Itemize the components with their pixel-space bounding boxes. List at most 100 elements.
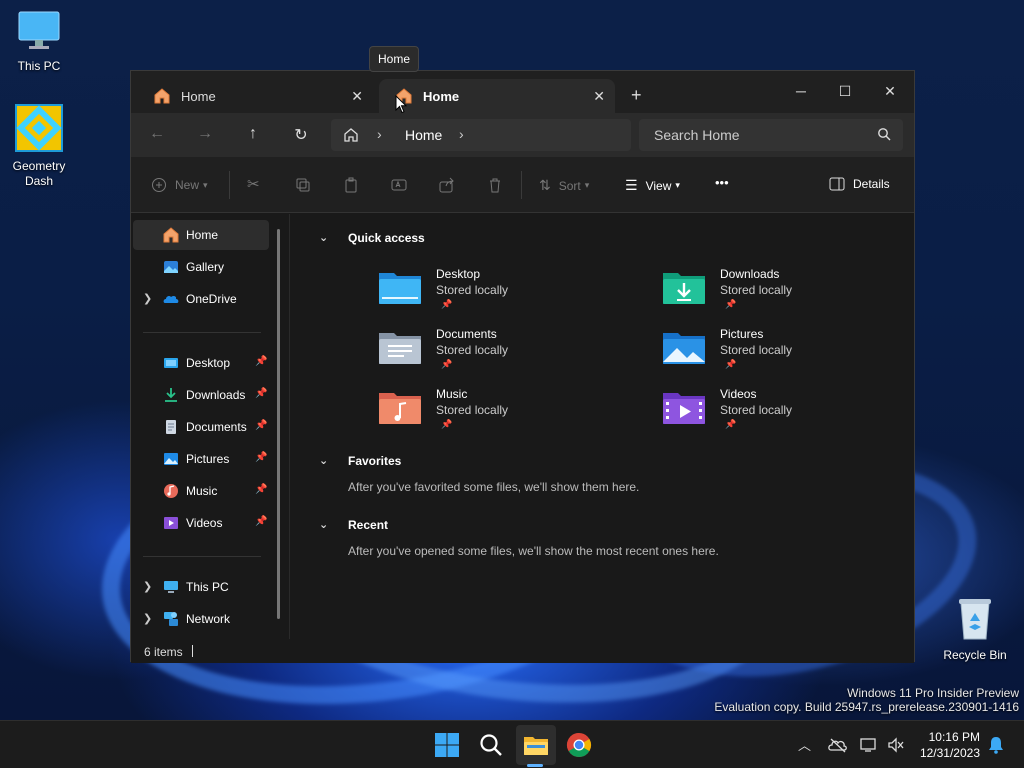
pin-icon: 📌: [725, 359, 737, 369]
share-button[interactable]: [439, 177, 455, 193]
address-bar[interactable]: › Home ›: [331, 119, 631, 151]
sort-icon: ⇅: [539, 177, 551, 193]
chrome-icon[interactable]: [565, 731, 593, 759]
show-hidden-icons-button[interactable]: ︿: [798, 735, 811, 754]
search-icon: [878, 128, 891, 141]
forward-button[interactable]: →: [195, 125, 215, 143]
pin-icon: 📌: [255, 516, 268, 527]
close-tab-button[interactable]: ✕: [593, 88, 605, 105]
music-icon: [164, 484, 178, 498]
new-tab-button[interactable]: +: [631, 85, 642, 106]
desktop-icon-label: This PC: [17, 59, 61, 73]
quick-access-documents[interactable]: Documents Stored locally 📌: [378, 327, 628, 383]
paste-button[interactable]: [343, 177, 359, 193]
pin-icon: 📌: [255, 388, 268, 399]
pin-icon: 📌: [725, 299, 737, 309]
item-name: Desktop: [436, 267, 481, 281]
active-app-indicator: [527, 764, 543, 767]
sidebar-item-documents[interactable]: Documents 📌: [133, 412, 269, 442]
details-pane-icon: [829, 177, 845, 191]
new-button[interactable]: New ▾: [151, 177, 208, 193]
file-explorer-icon[interactable]: [522, 731, 550, 759]
maximize-button[interactable]: ☐: [823, 77, 867, 105]
pin-icon: 📌: [441, 359, 453, 369]
view-icon: ☰: [625, 177, 638, 193]
divider: [521, 171, 522, 199]
chevron-down-icon: ⌄: [319, 232, 329, 244]
notification-bell-icon[interactable]: [988, 736, 1004, 754]
tab-bar: Home ✕ Home ✕ + ─ ☐ ✕: [131, 71, 914, 113]
tab-home-2[interactable]: Home ✕: [379, 79, 615, 113]
onedrive-offline-icon[interactable]: [828, 737, 848, 753]
quick-access-downloads[interactable]: Downloads Stored locally 📌: [662, 267, 912, 323]
sidebar-item-label: Pictures: [186, 452, 230, 466]
close-window-button[interactable]: ✕: [868, 77, 912, 105]
search-box[interactable]: Search Home: [639, 119, 903, 151]
desktop-icon-label: Geometry Dash: [12, 159, 66, 188]
sidebar-item-label: Gallery: [186, 260, 225, 274]
quick-access-videos[interactable]: Videos Stored locally 📌: [662, 387, 912, 443]
refresh-button[interactable]: ↻: [291, 125, 311, 145]
start-button[interactable]: [433, 731, 461, 759]
sidebar-item-music[interactable]: Music 📌: [133, 476, 269, 506]
status-divider: [192, 645, 193, 657]
back-button[interactable]: ←: [147, 125, 167, 143]
quick-access-music[interactable]: Music Stored locally 📌: [378, 387, 628, 443]
delete-button[interactable]: [487, 177, 503, 193]
desktop-icon-recycle-bin[interactable]: Recycle Bin: [937, 597, 1013, 663]
pictures-icon: [164, 453, 178, 465]
view-button[interactable]: ☰ View ▾: [625, 177, 680, 194]
sidebar-item-onedrive[interactable]: ❯ OneDrive: [133, 284, 269, 314]
navigation-bar: ← → ↑ ↻ › Home › Search Home: [131, 113, 914, 157]
volume-muted-icon[interactable]: [887, 737, 905, 753]
up-button[interactable]: ↑: [243, 125, 263, 143]
sidebar-item-network[interactable]: ❯ Network: [133, 604, 269, 634]
chevron-right-icon[interactable]: ❯: [143, 580, 152, 593]
sidebar-item-home[interactable]: Home: [133, 220, 269, 250]
sidebar-item-this-pc[interactable]: ❯ This PC: [133, 572, 269, 602]
watermark-line: Windows 11 Pro Insider Preview: [847, 686, 1019, 700]
sidebar-item-desktop[interactable]: Desktop 📌: [133, 348, 269, 378]
quick-access-pictures[interactable]: Pictures Stored locally 📌: [662, 327, 912, 383]
breadcrumb-home[interactable]: Home: [405, 127, 442, 143]
network-status-icon[interactable]: [860, 737, 878, 753]
chevron-right-icon[interactable]: ›: [459, 126, 464, 142]
tab-home-1[interactable]: Home ✕: [137, 79, 373, 113]
pictures-folder-icon: [663, 333, 705, 364]
copy-button[interactable]: [295, 177, 311, 193]
sidebar-item-videos[interactable]: Videos 📌: [133, 508, 269, 538]
sidebar-divider: [143, 556, 261, 557]
tab-label: Home: [181, 88, 216, 104]
rename-button[interactable]: [391, 177, 407, 193]
item-status: Stored locally: [436, 283, 509, 297]
close-tab-button[interactable]: ✕: [351, 88, 363, 105]
system-clock[interactable]: 10:16 PM 12/31/2023: [912, 729, 980, 761]
sidebar-item-pictures[interactable]: Pictures 📌: [133, 444, 269, 474]
details-button[interactable]: Details: [829, 177, 890, 191]
search-input[interactable]: Search Home: [654, 127, 740, 143]
chevron-right-icon[interactable]: ❯: [143, 292, 152, 305]
recent-empty-message: After you've opened some files, we'll sh…: [348, 544, 719, 558]
pin-icon: 📌: [725, 419, 737, 429]
divider: [229, 171, 230, 199]
desktop-folder-icon: [164, 358, 178, 368]
desktop-icon-this-pc[interactable]: This PC: [1, 10, 77, 74]
cut-button[interactable]: ✂: [247, 175, 260, 193]
sidebar-item-label: This PC: [186, 580, 229, 594]
search-icon[interactable]: [477, 731, 505, 759]
clock-time: 10:16 PM: [928, 730, 980, 744]
chevron-right-icon[interactable]: ❯: [143, 612, 152, 625]
more-options-button[interactable]: •••: [715, 175, 729, 190]
taskbar: ︿ 10:16 PM 12/31/2023: [0, 720, 1024, 768]
command-bar: New ▾ ✂ ⇅ Sort ▾ ☰ View ▾ ••• Details: [131, 157, 914, 213]
desktop-icon-geometry-dash[interactable]: Geometry Dash: [1, 104, 77, 189]
sidebar-item-downloads[interactable]: Downloads 📌: [133, 380, 269, 410]
minimize-button[interactable]: ─: [779, 77, 823, 105]
sidebar-item-gallery[interactable]: Gallery: [133, 252, 269, 282]
sort-button[interactable]: ⇅ Sort ▾: [539, 177, 589, 194]
item-status: Stored locally: [436, 343, 509, 357]
copy-icon: [296, 178, 310, 192]
item-name: Documents: [436, 327, 497, 341]
quick-access-desktop[interactable]: Desktop Stored locally 📌: [378, 267, 628, 323]
sidebar-scrollbar[interactable]: [277, 229, 280, 619]
